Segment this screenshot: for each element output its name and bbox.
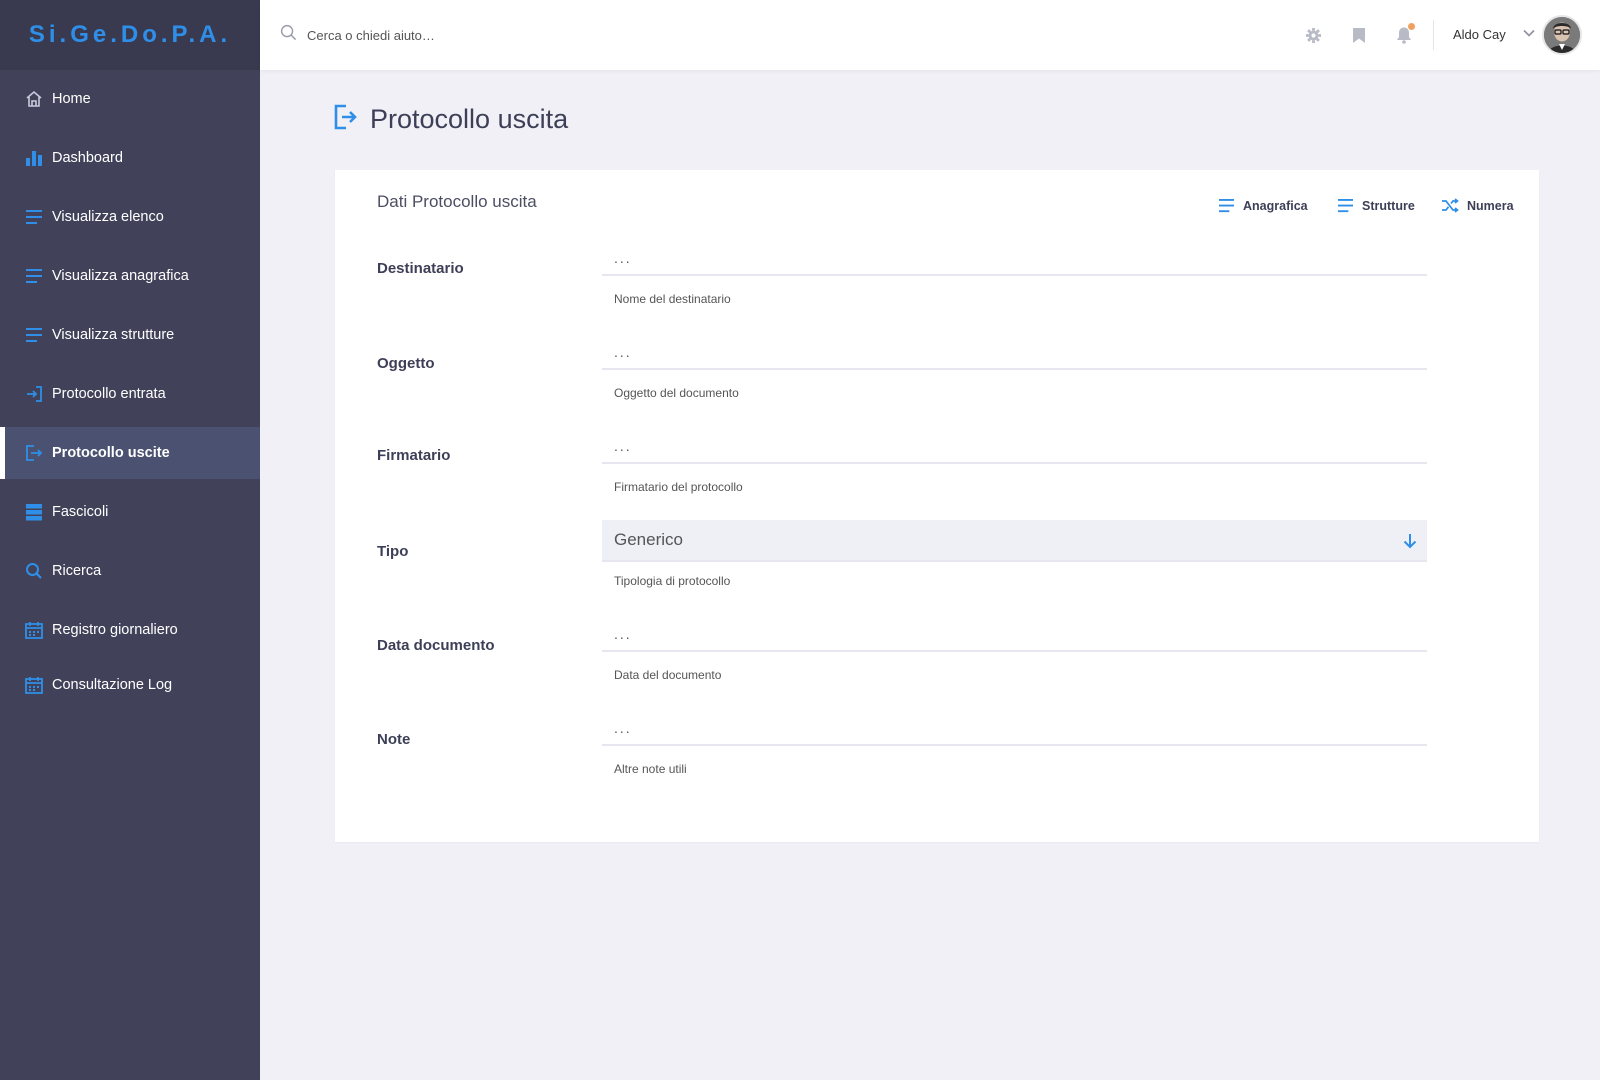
page-title: Protocollo uscita — [370, 104, 569, 134]
bell-icon[interactable] — [1393, 23, 1415, 46]
tipo-help: Tipologia di protocollo — [614, 574, 731, 588]
sidebar-item-dashboard[interactable]: Dashboard — [0, 132, 260, 184]
sidebar-item-label: Visualizza elenco — [52, 209, 164, 225]
sidebar-item-consultazione-log[interactable]: Consultazione Log — [0, 659, 260, 711]
list-icon — [24, 207, 44, 227]
sidebar-item-protocollo-entrata[interactable]: Protocollo entrata — [0, 368, 260, 420]
search-bar — [280, 24, 567, 46]
list-icon — [24, 325, 44, 345]
strutture-label: Strutture — [1362, 198, 1415, 213]
sidebar-item-label: Protocollo uscite — [52, 445, 170, 461]
server-icon — [24, 502, 44, 522]
shuffle-icon — [1442, 198, 1459, 213]
sidebar-item-label: Protocollo entrata — [52, 386, 166, 402]
user-name[interactable]: Aldo Cay — [1453, 27, 1506, 42]
firmatario-label: Firmatario — [377, 447, 451, 464]
data-documento-input[interactable] — [602, 618, 1427, 652]
numera-label: Numera — [1467, 198, 1514, 213]
sidebar-item-label: Visualizza strutture — [52, 327, 175, 343]
sidebar-item-ricerca[interactable]: Ricerca — [0, 545, 260, 597]
numera-button[interactable]: Numera — [1441, 198, 1514, 213]
calendar-icon — [24, 620, 44, 640]
tipo-select-value: Generico — [614, 530, 683, 549]
list-icon — [1219, 198, 1234, 213]
sidebar-item-label: Visualizza anagrafica — [52, 268, 189, 284]
bar-chart-icon — [24, 148, 44, 168]
data-documento-help: Data del documento — [614, 668, 722, 682]
topbar: Aldo Cay — [260, 0, 1600, 70]
firmatario-input[interactable] — [602, 430, 1427, 464]
avatar[interactable] — [1542, 15, 1582, 55]
sidebar-item-visualizza-anagrafica[interactable]: Visualizza anagrafica — [0, 250, 260, 302]
sign-out-icon — [334, 104, 358, 135]
sidebar-item-visualizza-elenco[interactable]: Visualizza elenco — [0, 191, 260, 243]
destinatario-input[interactable] — [602, 242, 1427, 276]
anagrafica-button[interactable]: Anagrafica — [1218, 198, 1308, 213]
home-icon — [24, 89, 44, 109]
logo-text: Si.Ge.Do.P.A. — [28, 21, 232, 48]
sidebar-item-home[interactable]: Home — [0, 73, 260, 125]
strutture-button[interactable]: Strutture — [1337, 198, 1415, 213]
oggetto-input[interactable] — [602, 336, 1427, 370]
tipo-label: Tipo — [377, 543, 409, 560]
search-icon — [24, 561, 44, 581]
destinatario-help: Nome del destinatario — [614, 292, 731, 306]
sidebar-item-protocollo-uscite[interactable]: Protocollo uscite — [0, 427, 260, 479]
sidebar: Si.Ge.Do.P.A. Home Dashboard Visualizza … — [0, 0, 260, 1080]
sidebar-item-label: Home — [52, 91, 91, 107]
search-input[interactable] — [307, 27, 567, 43]
anagrafica-label: Anagrafica — [1243, 198, 1308, 213]
page-header: Protocollo uscita — [334, 104, 568, 135]
data-documento-label: Data documento — [377, 637, 495, 654]
sidebar-item-label: Fascicoli — [52, 504, 109, 520]
card-title: Dati Protocollo uscita — [377, 192, 537, 211]
arrow-down-icon — [1401, 532, 1419, 555]
oggetto-help: Oggetto del documento — [614, 386, 739, 400]
calendar-icon — [24, 675, 44, 695]
tipo-select[interactable]: Generico — [602, 520, 1427, 562]
note-label: Note — [377, 731, 411, 748]
sidebar-item-label: Dashboard — [52, 150, 123, 166]
list-icon — [1338, 198, 1353, 213]
list-icon — [24, 266, 44, 286]
logo[interactable]: Si.Ge.Do.P.A. — [0, 0, 260, 70]
sign-in-icon — [24, 384, 44, 404]
bookmark-icon[interactable] — [1348, 24, 1370, 46]
sidebar-item-registro-giornaliero[interactable]: Registro giornaliero — [0, 604, 260, 656]
chevron-down-icon[interactable] — [1522, 26, 1536, 45]
notification-badge — [1408, 23, 1415, 30]
form-card: Dati Protocollo uscita Anagrafica Strutt… — [335, 170, 1539, 842]
sidebar-item-label: Ricerca — [52, 563, 102, 579]
topbar-divider — [1433, 20, 1434, 50]
sidebar-item-label: Consultazione Log — [52, 677, 173, 693]
sidebar-item-label: Registro giornaliero — [52, 622, 178, 638]
note-input[interactable] — [602, 712, 1427, 746]
note-help: Altre note utili — [614, 762, 687, 776]
firmatario-help: Firmatario del protocollo — [614, 480, 743, 494]
oggetto-label: Oggetto — [377, 355, 435, 372]
destinatario-label: Destinatario — [377, 260, 464, 277]
sign-out-icon — [24, 443, 44, 463]
sidebar-item-visualizza-strutture[interactable]: Visualizza strutture — [0, 309, 260, 361]
sidebar-item-fascicoli[interactable]: Fascicoli — [0, 486, 260, 538]
search-icon — [280, 24, 297, 46]
gear-icon[interactable] — [1302, 24, 1324, 46]
